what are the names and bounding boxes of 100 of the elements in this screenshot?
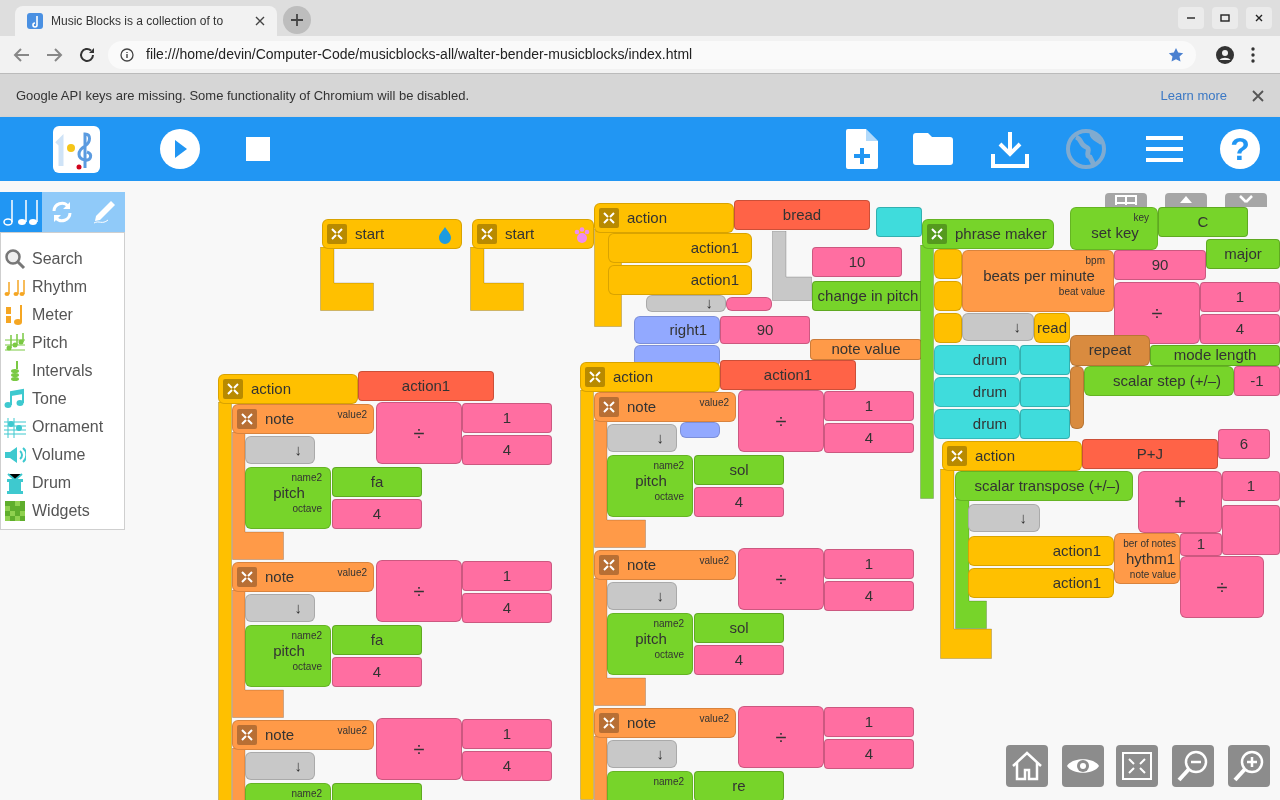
command-block[interactable]: scalar step (+/–): [1084, 366, 1234, 396]
command-block[interactable]: ↓: [646, 295, 726, 312]
operator-block[interactable]: ÷: [1180, 556, 1264, 618]
command-block[interactable]: drum: [934, 377, 1020, 407]
palette-item[interactable]: Meter: [1, 301, 124, 329]
command-block[interactable]: action1: [968, 568, 1114, 598]
value-block[interactable]: 4: [694, 645, 784, 675]
palette-item[interactable]: Ornament: [1, 413, 124, 441]
value-block[interactable]: 1: [824, 707, 914, 737]
block-header[interactable]: phrase maker: [922, 219, 1054, 249]
value-block[interactable]: 1: [462, 561, 552, 591]
command-block[interactable]: key set key: [1070, 207, 1158, 250]
operator-block[interactable]: ÷: [376, 718, 462, 780]
palette-item[interactable]: Search: [1, 245, 124, 273]
value-block[interactable]: action1: [720, 360, 856, 390]
command-block[interactable]: bpm beats per minute beat value: [962, 250, 1114, 312]
value-block[interactable]: 4: [1200, 314, 1280, 344]
command-block[interactable]: drum: [934, 345, 1020, 375]
command-block[interactable]: drum: [934, 409, 1020, 439]
value-block[interactable]: 1: [824, 549, 914, 579]
value-block[interactable]: 1: [462, 403, 552, 433]
palette-item[interactable]: Pitch: [1, 329, 124, 357]
command-block[interactable]: action1: [608, 265, 752, 295]
block-header[interactable]: action: [218, 374, 358, 404]
value-block[interactable]: 4: [462, 593, 552, 623]
value-block[interactable]: 10: [812, 247, 902, 277]
value-block[interactable]: note value: [810, 339, 922, 360]
value-block[interactable]: 1: [824, 391, 914, 421]
value-block[interactable]: 1: [1222, 471, 1280, 501]
browser-tab[interactable]: Music Blocks is a collection of to: [15, 6, 277, 36]
value-block[interactable]: -1: [1234, 366, 1280, 396]
block-header[interactable]: action: [942, 441, 1082, 471]
operator-block[interactable]: ÷: [738, 390, 824, 452]
value-block[interactable]: fa: [332, 625, 422, 655]
value-block[interactable]: sol: [694, 455, 784, 485]
value-block[interactable]: 1: [462, 719, 552, 749]
value-block[interactable]: 6: [1218, 429, 1270, 459]
block-header[interactable]: action: [580, 362, 720, 392]
block-header[interactable]: note value2: [594, 392, 736, 422]
operator-block[interactable]: +: [1138, 471, 1222, 533]
value-block[interactable]: 4: [694, 487, 784, 517]
command-block[interactable]: ↓: [607, 582, 677, 610]
palette-item[interactable]: Intervals: [1, 357, 124, 385]
command-block[interactable]: ↓: [968, 504, 1040, 532]
value-block[interactable]: re: [694, 771, 784, 800]
block-header[interactable]: note value2: [232, 720, 374, 750]
command-block[interactable]: action1: [608, 233, 752, 263]
value-block[interactable]: fa: [332, 467, 422, 497]
value-block[interactable]: C: [1158, 207, 1248, 237]
palette-item[interactable]: Tone: [1, 385, 124, 413]
operator-block[interactable]: ÷: [376, 560, 462, 622]
command-block[interactable]: ↓: [245, 594, 315, 622]
operator-block[interactable]: ÷: [738, 548, 824, 610]
operator-block[interactable]: ÷: [1114, 282, 1200, 344]
value-block[interactable]: 90: [1114, 250, 1206, 280]
command-block[interactable]: name2 pitch octave: [245, 625, 331, 687]
command-block[interactable]: name2: [245, 783, 331, 800]
command-block[interactable]: name2: [607, 771, 693, 800]
command-block[interactable]: ber of notes hythm1 note value: [1114, 533, 1180, 584]
command-block[interactable]: ↓: [245, 752, 315, 780]
value-block[interactable]: 90: [720, 316, 810, 344]
command-block[interactable]: name2 pitch octave: [245, 467, 331, 529]
command-block[interactable]: name2 pitch octave: [607, 613, 693, 675]
value-block[interactable]: P+J: [1082, 439, 1218, 469]
command-block[interactable]: action1: [968, 536, 1114, 566]
palette-item[interactable]: Volume: [1, 441, 124, 469]
operator-block[interactable]: ÷: [738, 706, 824, 768]
value-block[interactable]: 4: [462, 751, 552, 781]
block-header[interactable]: action: [594, 203, 734, 233]
value-block[interactable]: 1: [1180, 533, 1222, 556]
operator-block[interactable]: ÷: [376, 402, 462, 464]
command-block[interactable]: right1: [634, 316, 720, 344]
palette-item[interactable]: Widgets: [1, 497, 124, 525]
value-block[interactable]: 4: [824, 739, 914, 769]
value-block[interactable]: major: [1206, 239, 1280, 269]
palette-item[interactable]: Drum: [1, 469, 124, 497]
value-block[interactable]: 4: [462, 435, 552, 465]
block-header[interactable]: start: [472, 219, 594, 249]
value-block[interactable]: mode length: [1150, 345, 1280, 366]
value-block[interactable]: action1: [358, 371, 494, 401]
block-header[interactable]: start: [322, 219, 462, 249]
value-block[interactable]: 4: [824, 581, 914, 611]
block-header[interactable]: note value2: [232, 562, 374, 592]
command-block[interactable]: ↓: [962, 313, 1034, 341]
command-block[interactable]: name2 pitch octave: [607, 455, 693, 517]
block-header[interactable]: note value2: [232, 404, 374, 434]
block-header[interactable]: note value2: [594, 550, 736, 580]
command-block[interactable]: ↓: [245, 436, 315, 464]
value-block[interactable]: 1: [1200, 282, 1280, 312]
command-block[interactable]: scalar transpose (+/–): [955, 471, 1133, 501]
command-block[interactable]: ↓: [607, 740, 677, 768]
value-block[interactable]: bread: [734, 200, 870, 230]
command-block[interactable]: repeat: [1070, 335, 1150, 366]
palette-item[interactable]: Rhythm: [1, 273, 124, 301]
address-bar[interactable]: file:///home/devin/Computer-Code/musicblocks-all/walter-bender-musicblocks/index.html: [108, 40, 1196, 69]
command-block[interactable]: ↓: [607, 424, 677, 452]
block-header[interactable]: note value2: [594, 708, 736, 738]
value-block[interactable]: sol: [694, 613, 784, 643]
value-block[interactable]: 4: [824, 423, 914, 453]
value-block[interactable]: 4: [332, 657, 422, 687]
